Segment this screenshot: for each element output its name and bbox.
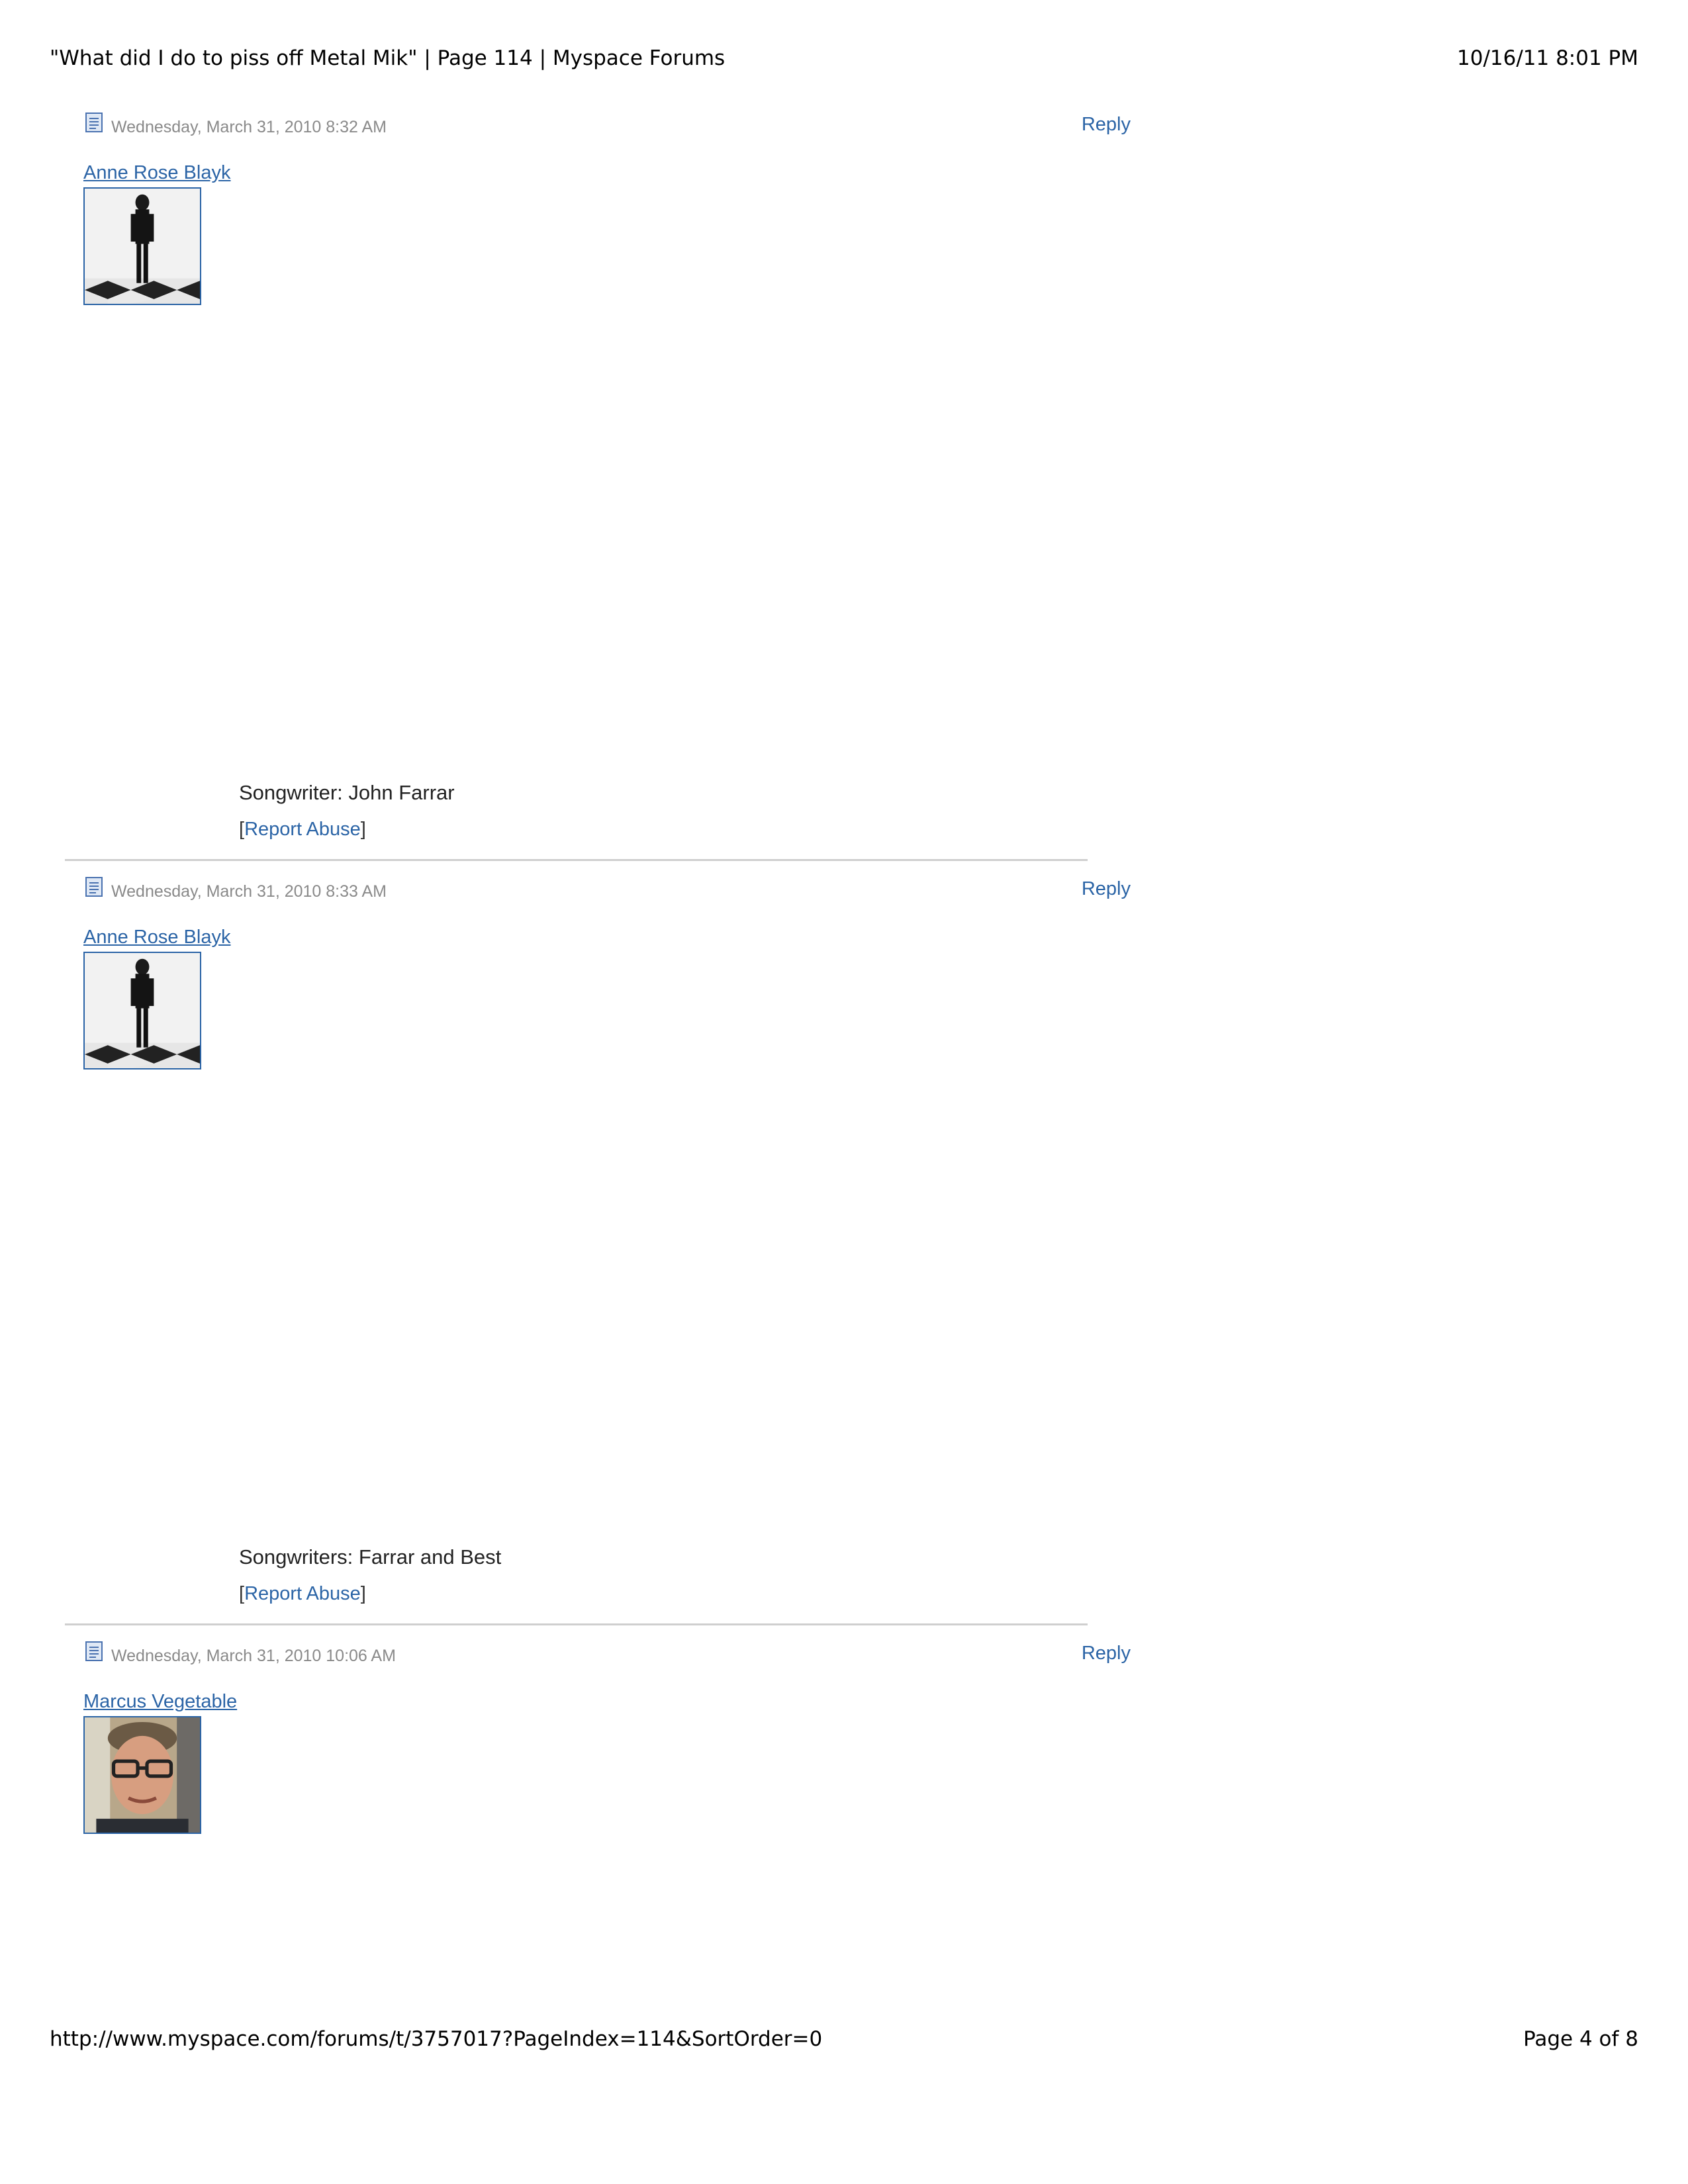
reply-link[interactable]: Reply	[1082, 878, 1131, 900]
post-body-text: Songwriter: John Farrar	[239, 781, 455, 804]
print-page-number: Page 4 of 8	[1523, 2027, 1638, 2051]
post-header: Wednesday, March 31, 2010 8:32 AM Reply	[65, 113, 1150, 152]
author-link[interactable]: Anne Rose Blayk	[83, 927, 230, 948]
forum-post: Wednesday, March 31, 2010 8:32 AM Reply …	[65, 113, 1150, 840]
document-icon	[85, 113, 103, 132]
print-datetime: 10/16/11 8:01 PM	[1457, 46, 1638, 70]
avatar-photo-woman-in-black-icon	[85, 189, 200, 304]
post-header: Wednesday, March 31, 2010 10:06 AM Reply	[65, 1641, 1150, 1681]
post-timestamp: Wednesday, March 31, 2010 8:33 AM	[111, 882, 387, 901]
document-icon	[85, 1641, 103, 1661]
report-abuse-link[interactable]: Report Abuse	[244, 819, 361, 840]
author-avatar[interactable]	[83, 1716, 201, 1834]
report-abuse: [Report Abuse]	[239, 1583, 366, 1604]
reply-link[interactable]: Reply	[1082, 114, 1131, 136]
author-avatar[interactable]	[83, 187, 201, 305]
document-icon	[85, 877, 103, 897]
report-abuse: [Report Abuse]	[239, 819, 366, 840]
print-page-title: "What did I do to piss off Metal Mik" | …	[50, 46, 726, 70]
reply-link[interactable]: Reply	[1082, 1643, 1131, 1664]
author-avatar[interactable]	[83, 952, 201, 1069]
print-footer: http://www.myspace.com/forums/t/3757017?…	[50, 2027, 1638, 2051]
post-timestamp: Wednesday, March 31, 2010 8:32 AM	[111, 118, 387, 136]
print-url: http://www.myspace.com/forums/t/3757017?…	[50, 2027, 823, 2051]
avatar-photo-man-with-glasses-icon	[85, 1717, 200, 1833]
post-divider	[65, 859, 1088, 861]
author-link[interactable]: Anne Rose Blayk	[83, 162, 230, 184]
print-header: "What did I do to piss off Metal Mik" | …	[50, 46, 1638, 70]
post-header: Wednesday, March 31, 2010 8:33 AM Reply	[65, 877, 1150, 917]
forum-post: Wednesday, March 31, 2010 8:33 AM Reply …	[65, 877, 1150, 1604]
author-link[interactable]: Marcus Vegetable	[83, 1691, 237, 1713]
post-divider	[65, 1623, 1088, 1625]
forum-post: Wednesday, March 31, 2010 10:06 AM Reply…	[65, 1641, 1150, 1834]
post-timestamp: Wednesday, March 31, 2010 10:06 AM	[111, 1647, 396, 1665]
post-body-text: Songwriters: Farrar and Best	[239, 1545, 502, 1569]
avatar-photo-woman-in-black-icon	[85, 953, 200, 1068]
report-abuse-link[interactable]: Report Abuse	[244, 1583, 361, 1604]
